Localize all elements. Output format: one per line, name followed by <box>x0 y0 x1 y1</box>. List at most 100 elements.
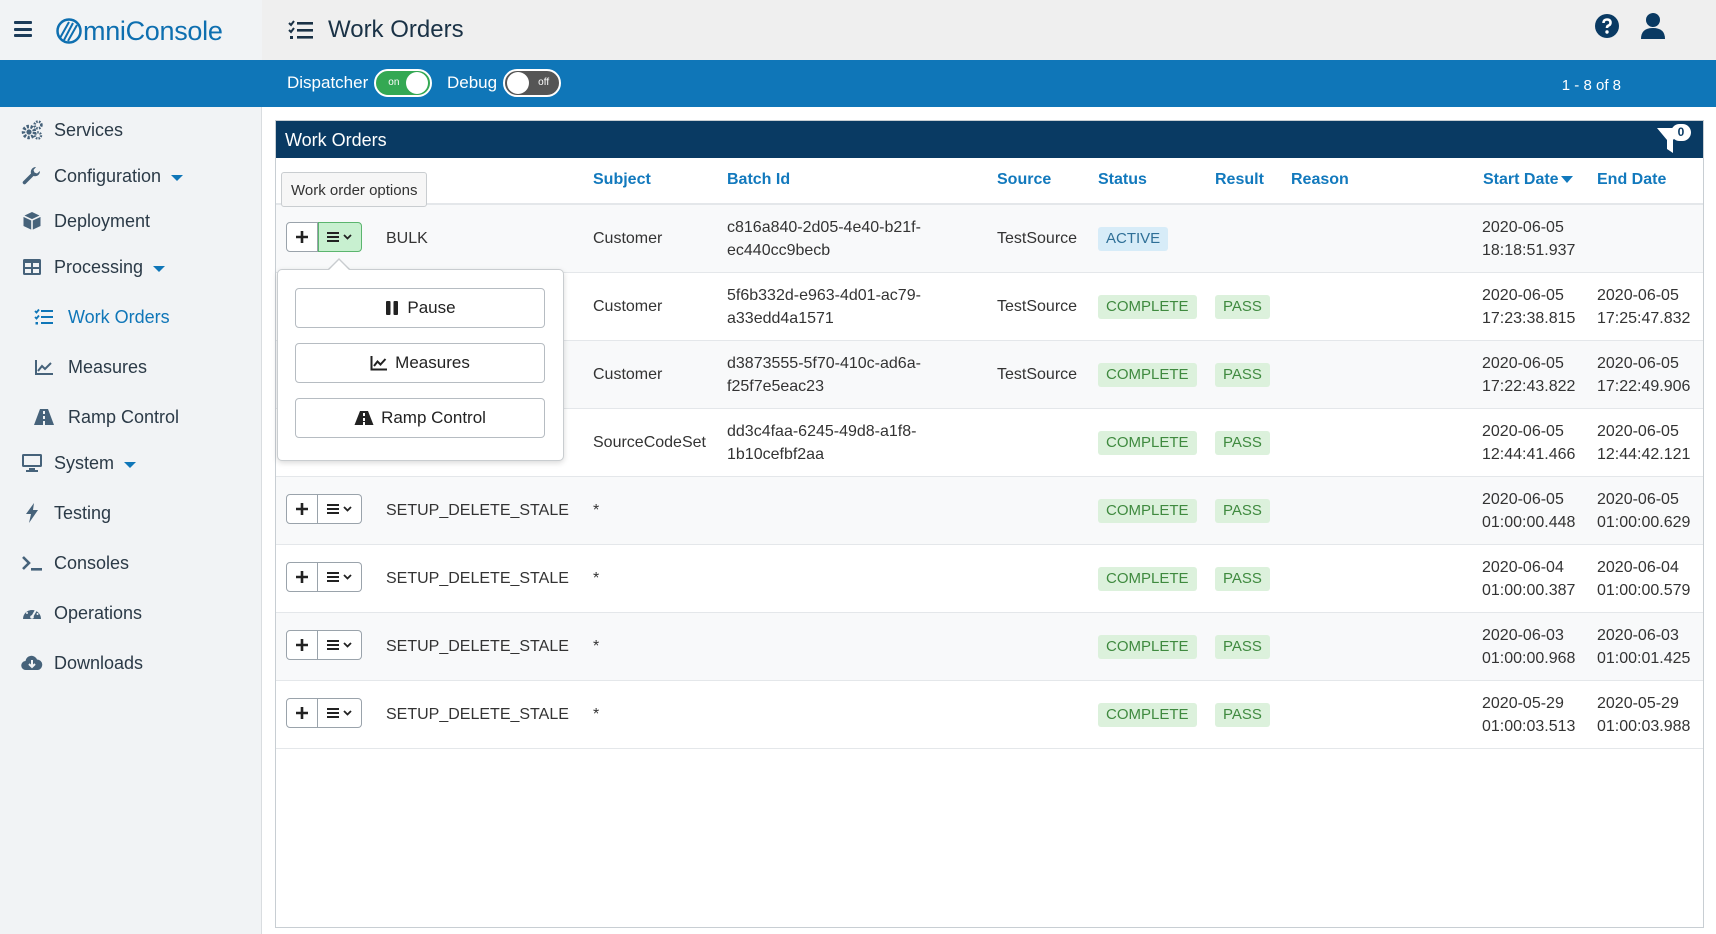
sidebar-item-operations[interactable]: Operations <box>0 591 262 635</box>
start-time: 01:00:00.968 <box>1482 650 1576 667</box>
sidebar-item-label: System <box>54 452 115 473</box>
end-date: 2020-06-03 <box>1597 627 1679 644</box>
start-date: 2020-06-05 <box>1482 355 1564 372</box>
table-row[interactable]: SETUP_DELETE_STALE * COMPLETE PASS 2020-… <box>276 613 1703 681</box>
cell-type: SETUP_DELETE_STALE <box>386 706 569 723</box>
hamburger-menu-icon[interactable] <box>14 21 32 37</box>
sidebar-item-work-orders[interactable]: Work Orders <box>0 295 262 339</box>
result-badge: PASS <box>1215 499 1270 523</box>
result-badge: PASS <box>1215 363 1270 387</box>
result-badge: PASS <box>1215 703 1270 727</box>
cell-type: SETUP_DELETE_STALE <box>386 638 569 655</box>
cell-type: BULK <box>386 230 428 247</box>
status-badge: COMPLETE <box>1098 295 1197 319</box>
debug-toggle-group: Debug off <box>447 69 562 97</box>
column-header-status[interactable]: Status <box>1098 171 1147 189</box>
batch-id-line-2: f25f7e5eac23 <box>727 378 824 395</box>
row-actions <box>286 222 362 252</box>
table-row[interactable]: SETUP_DELETE_STALE * COMPLETE PASS 2020-… <box>276 681 1703 749</box>
ramp-control-button[interactable]: Ramp Control <box>295 398 545 438</box>
row-options-button[interactable] <box>318 494 362 524</box>
road-icon <box>354 411 374 425</box>
brand-area: mniConsole <box>0 0 262 60</box>
table-row[interactable]: SETUP_DELETE_STALE * COMPLETE PASS 2020-… <box>276 545 1703 613</box>
table-row[interactable]: BULK Customer c816a840-2d05-4e40-b21f-ec… <box>276 205 1703 273</box>
popup-pointer-inner <box>329 260 349 270</box>
column-header-start-date[interactable]: Start Date <box>1483 171 1573 189</box>
end-time: 17:22:49.906 <box>1597 378 1691 395</box>
batch-id-line-2: ec440cc9becb <box>727 242 831 259</box>
row-options-button[interactable] <box>318 630 362 660</box>
dispatcher-toggle-group: Dispatcher on <box>287 69 433 97</box>
cell-start-date: 2020-06-05 12:44:41.466 <box>1482 420 1575 466</box>
start-date: 2020-06-05 <box>1482 219 1564 236</box>
cell-start-date: 2020-06-05 17:22:43.822 <box>1482 352 1575 398</box>
status-badge: ACTIVE <box>1098 227 1169 251</box>
end-time: 12:44:42.121 <box>1597 446 1691 463</box>
sidebar-item-label: Deployment <box>54 210 151 231</box>
result-badge: PASS <box>1215 635 1270 659</box>
sidebar-item-configuration[interactable]: Configuration <box>0 154 262 198</box>
expand-row-button[interactable] <box>286 494 318 524</box>
toggle-knob <box>406 72 429 94</box>
end-date: 2020-06-05 <box>1597 423 1679 440</box>
start-date: 2020-06-05 <box>1482 287 1564 304</box>
dispatcher-toggle[interactable]: on <box>374 69 433 97</box>
user-icon[interactable] <box>1640 12 1666 40</box>
sidebar-item-services[interactable]: Services <box>0 108 262 152</box>
chevron-down-icon <box>153 265 166 272</box>
status-badge: COMPLETE <box>1098 363 1197 387</box>
list-icon <box>33 306 55 328</box>
cell-end-date: 2020-06-05 12:44:42.121 <box>1597 420 1690 466</box>
start-time: 12:44:41.466 <box>1482 446 1576 463</box>
pause-button[interactable]: Pause <box>295 288 545 328</box>
row-options-button[interactable] <box>318 562 362 592</box>
sidebar-item-testing[interactable]: Testing <box>0 491 262 535</box>
row-actions <box>286 562 362 592</box>
help-icon[interactable] <box>1594 13 1620 39</box>
sidebar-item-measures[interactable]: Measures <box>0 345 262 389</box>
expand-row-button[interactable] <box>286 630 318 660</box>
start-date: 2020-06-05 <box>1482 423 1564 440</box>
sidebar-item-deployment[interactable]: Deployment <box>0 199 262 243</box>
app-logo[interactable]: mniConsole <box>56 16 223 46</box>
sidebar-item-label: Operations <box>54 602 143 623</box>
row-options-button[interactable] <box>318 698 362 728</box>
sidebar-item-downloads[interactable]: Downloads <box>0 641 262 685</box>
sort-descending-icon <box>1560 176 1573 184</box>
sidebar-item-consoles[interactable]: Consoles <box>0 541 262 585</box>
cell-subject: Customer <box>593 366 663 383</box>
sidebar-item-processing[interactable]: Processing <box>0 245 262 289</box>
end-date: 2020-06-05 <box>1597 287 1679 304</box>
row-options-button[interactable] <box>318 222 362 252</box>
debug-toggle[interactable]: off <box>503 69 562 97</box>
cell-end-date: 2020-06-05 17:22:49.906 <box>1597 352 1690 398</box>
end-time: 01:00:01.425 <box>1597 650 1691 667</box>
terminal-icon <box>21 552 43 574</box>
pagination-range: 1 - 8 of 8 <box>1561 77 1621 94</box>
expand-row-button[interactable] <box>286 222 318 252</box>
expand-row-button[interactable] <box>286 562 318 592</box>
measures-button[interactable]: Measures <box>295 343 545 383</box>
start-time: 01:00:00.387 <box>1482 582 1576 599</box>
batch-id-line-1: dd3c4faa-6245-49d8-a1f8- <box>727 423 917 440</box>
end-time: 17:25:47.832 <box>1597 310 1691 327</box>
column-header-reason[interactable]: Reason <box>1291 171 1349 189</box>
sidebar-item-system[interactable]: System <box>0 441 262 485</box>
end-time: 01:00:03.988 <box>1597 718 1691 735</box>
start-time: 01:00:03.513 <box>1482 718 1576 735</box>
end-time: 01:00:00.579 <box>1597 582 1691 599</box>
sidebar-item-ramp-control[interactable]: Ramp Control <box>0 395 262 439</box>
start-date: 2020-06-05 <box>1482 491 1564 508</box>
column-header-subject[interactable]: Subject <box>593 171 651 189</box>
cell-subject: * <box>593 706 600 723</box>
cell-end-date: 2020-05-29 01:00:03.988 <box>1597 692 1690 738</box>
table-row[interactable]: SETUP_DELETE_STALE * COMPLETE PASS 2020-… <box>276 477 1703 545</box>
sidebar-item-label: Consoles <box>54 552 130 573</box>
page-title: Work Orders <box>328 16 464 43</box>
column-header-batch-id[interactable]: Batch Id <box>727 171 790 189</box>
column-header-end-date[interactable]: End Date <box>1597 171 1666 189</box>
expand-row-button[interactable] <box>286 698 318 728</box>
column-header-result[interactable]: Result <box>1215 171 1264 189</box>
column-header-source[interactable]: Source <box>997 171 1051 189</box>
